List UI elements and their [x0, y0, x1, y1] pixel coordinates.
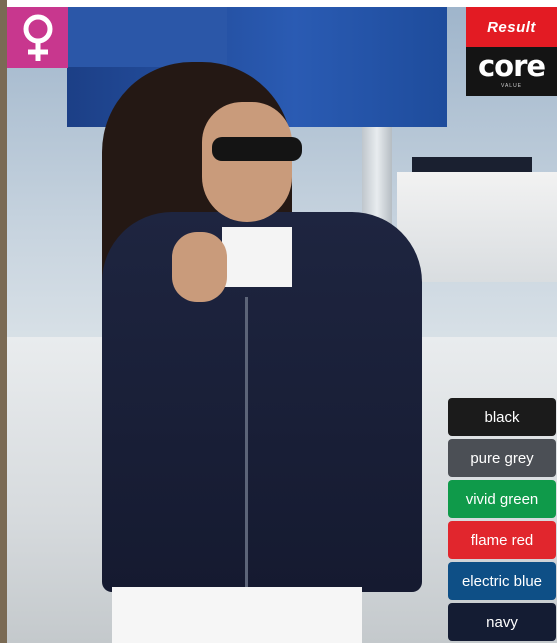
logo-brand-text: Result: [487, 18, 536, 36]
model-hand: [172, 232, 227, 302]
swatch-label: flame red: [470, 531, 534, 549]
female-badge: [7, 7, 68, 68]
swatch-label: electric blue: [461, 572, 543, 590]
colour-swatch[interactable]: flame red: [448, 521, 556, 559]
colour-swatch[interactable]: navy: [448, 603, 556, 641]
swatch-label: navy: [486, 613, 518, 631]
swatch-label: black: [484, 408, 520, 426]
top-border: [0, 0, 557, 7]
colour-swatch[interactable]: vivid green: [448, 480, 556, 518]
shirt-collar: [222, 227, 292, 287]
swatch-label: pure grey: [470, 449, 534, 467]
brand-logo: Result core VALUE: [466, 7, 557, 96]
background-boat: [397, 172, 557, 282]
colour-swatch[interactable]: black: [448, 398, 556, 436]
logo-value-text: VALUE: [500, 83, 523, 89]
sunglasses: [212, 137, 302, 161]
logo-result-bar: Result: [466, 7, 557, 47]
logo-core-text: core: [477, 49, 546, 83]
colour-swatch[interactable]: electric blue: [448, 562, 556, 600]
colour-swatch-list: black pure grey vivid green flame red el…: [448, 398, 556, 644]
model-face: [202, 102, 292, 222]
white-trousers: [112, 587, 362, 643]
swatch-label: vivid green: [465, 490, 539, 508]
left-border: [0, 0, 7, 643]
female-symbol-icon: [23, 14, 52, 61]
jacket-zip: [245, 297, 248, 587]
colour-swatch[interactable]: pure grey: [448, 439, 556, 477]
